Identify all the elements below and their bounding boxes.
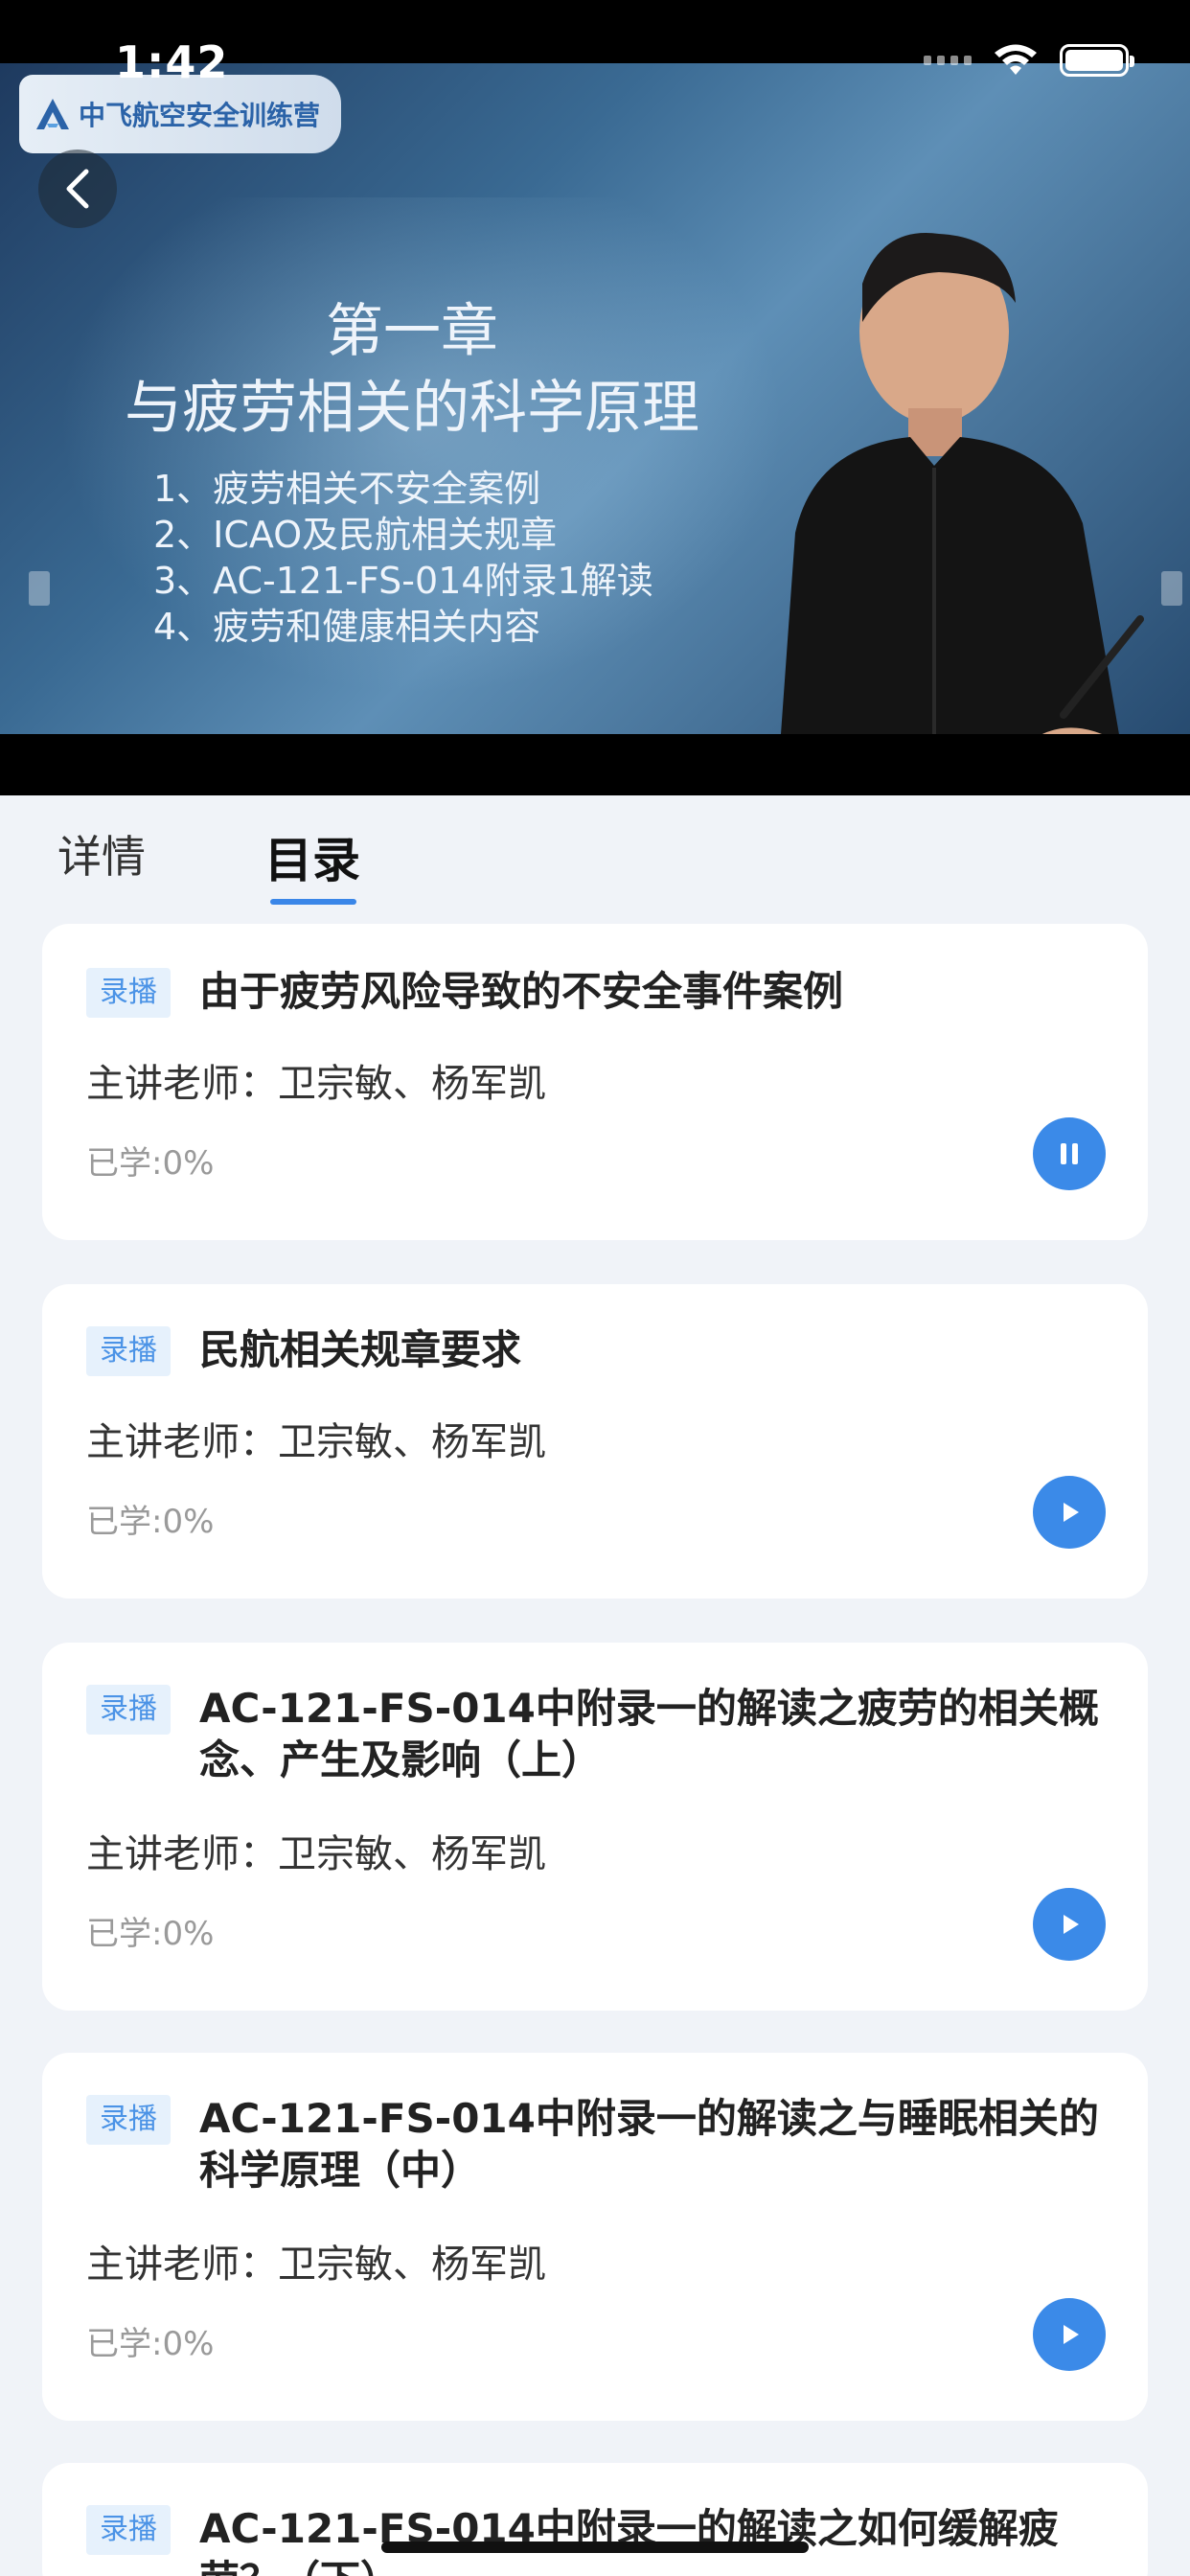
video-frame[interactable]: 第一章 与疲劳相关的科学原理 1、疲劳相关不安全案例 2、ICAO及民航相关规章… — [0, 63, 1190, 734]
slide-point: 4、疲劳和健康相关内容 — [153, 606, 541, 648]
play-button[interactable] — [1033, 2298, 1106, 2371]
slide-title: 第一章 与疲劳相关的科学原理 — [105, 293, 719, 447]
tab-details[interactable]: 详情 — [57, 822, 146, 886]
play-icon — [1064, 1503, 1079, 1522]
lesson-card[interactable]: 录播 AC-121-FS-014中附录一的解读之疲劳的相关概念、产生及影响（上）… — [42, 1643, 1148, 2011]
cellular-signal-icon — [924, 56, 972, 65]
lesson-type-tag: 录播 — [86, 2505, 171, 2555]
lesson-teacher: 主讲老师：卫宗敏、杨军凯 — [86, 2242, 546, 2287]
lesson-title: 由于疲劳风险导致的不安全事件案例 — [199, 968, 844, 1015]
lesson-card[interactable]: 录播 民航相关规章要求 主讲老师：卫宗敏、杨军凯 已学:0% — [42, 1284, 1148, 1598]
tab-bar: 详情 目录 — [0, 795, 1190, 910]
tab-catalog[interactable]: 目录 — [264, 822, 360, 891]
lesson-type-tag: 录播 — [86, 1685, 171, 1735]
slide-point: 2、ICAO及民航相关规章 — [153, 514, 558, 556]
slide-chapter: 第一章 — [326, 298, 498, 365]
lesson-card[interactable]: 录播 AC-121-FS-014中附录一的解读之如何缓解疲劳？（下） — [42, 2463, 1148, 2576]
lesson-progress: 已学:0% — [86, 1503, 215, 1541]
active-tab-indicator — [270, 899, 356, 905]
status-time: 1:42 — [115, 36, 229, 88]
lesson-progress: 已学:0% — [86, 2325, 215, 2363]
home-indicator — [381, 2542, 809, 2553]
lesson-type-tag: 录播 — [86, 1326, 171, 1376]
lesson-type-tag: 录播 — [86, 968, 171, 1018]
slide-point: 1、疲劳相关不安全案例 — [153, 468, 541, 510]
slide-prev-marker — [29, 571, 50, 606]
battery-icon — [1060, 44, 1134, 77]
lesson-teacher: 主讲老师：卫宗敏、杨军凯 — [86, 1832, 546, 1876]
play-button[interactable] — [1033, 1888, 1106, 1961]
lesson-progress: 已学:0% — [86, 1144, 215, 1183]
status-bar: 1:42 — [0, 0, 1190, 125]
slide-points: 1、疲劳相关不安全案例 2、ICAO及民航相关规章 3、AC-121-FS-01… — [153, 466, 653, 650]
video-player[interactable]: 第一章 与疲劳相关的科学原理 1、疲劳相关不安全案例 2、ICAO及民航相关规章… — [0, 0, 1190, 795]
lesson-card[interactable]: 录播 AC-121-FS-014中附录一的解读之与睡眠相关的科学原理（中） 主讲… — [42, 2053, 1148, 2421]
lesson-teacher: 主讲老师：卫宗敏、杨军凯 — [86, 1420, 546, 1464]
play-button[interactable] — [1033, 1476, 1106, 1549]
chevron-left-icon — [66, 169, 89, 209]
lesson-title: AC-121-FS-014中附录一的解读之如何缓解疲劳？（下） — [199, 2505, 1059, 2576]
lesson-title: 民航相关规章要求 — [199, 1326, 522, 1373]
lesson-title: AC-121-FS-014中附录一的解读之疲劳的相关概念、产生及影响（上） — [199, 1685, 1099, 1783]
back-button[interactable] — [38, 150, 117, 228]
lesson-card[interactable]: 录播 由于疲劳风险导致的不安全事件案例 主讲老师：卫宗敏、杨军凯 已学:0% — [42, 924, 1148, 1240]
pause-button[interactable] — [1033, 1117, 1106, 1190]
wifi-icon — [995, 44, 1037, 75]
lesson-progress: 已学:0% — [86, 1915, 215, 1953]
lesson-title: AC-121-FS-014中附录一的解读之与睡眠相关的科学原理（中） — [199, 2095, 1099, 2194]
slide-heading: 与疲劳相关的科学原理 — [125, 375, 699, 442]
pause-icon — [1061, 1143, 1078, 1164]
play-icon — [1064, 2325, 1079, 2344]
lesson-teacher: 主讲老师：卫宗敏、杨军凯 — [86, 1062, 546, 1106]
presenter-image — [781, 233, 1144, 734]
slide-point: 3、AC-121-FS-014附录1解读 — [153, 560, 653, 602]
lesson-type-tag: 录播 — [86, 2095, 171, 2145]
play-icon — [1064, 1915, 1079, 1934]
